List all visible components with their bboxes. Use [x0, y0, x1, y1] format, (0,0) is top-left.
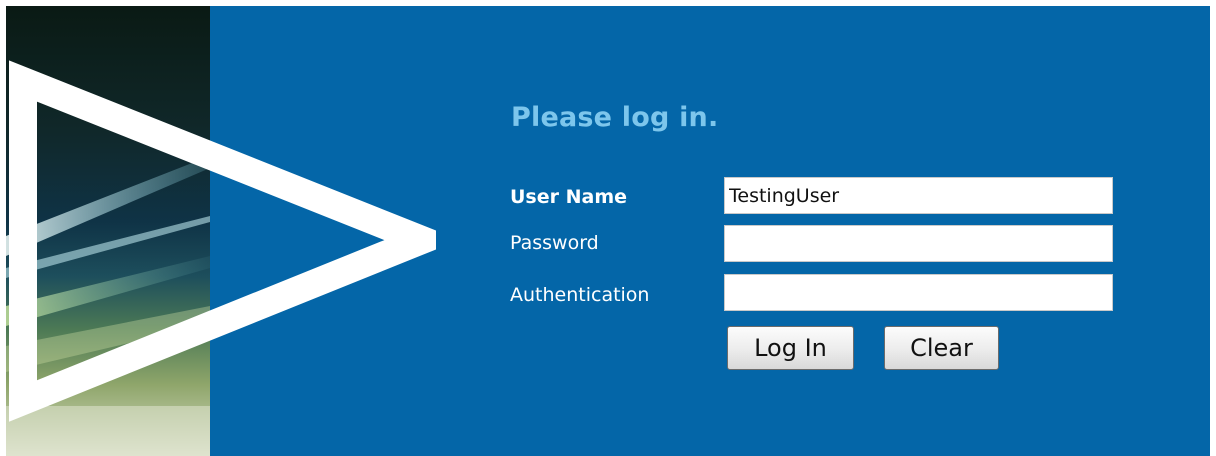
page-title: Please log in. [511, 102, 719, 133]
clear-button[interactable]: Clear [884, 326, 999, 370]
username-input[interactable] [724, 177, 1113, 214]
password-input[interactable] [724, 225, 1113, 262]
password-label: Password [510, 232, 599, 254]
login-panel: Please log in. User Name Password Authen… [6, 6, 1210, 456]
authentication-input[interactable] [724, 274, 1113, 311]
username-label: User Name [510, 186, 628, 208]
play-triangle-logo [9, 60, 436, 422]
authentication-label: Authentication [510, 284, 650, 306]
login-button[interactable]: Log In [727, 326, 854, 370]
